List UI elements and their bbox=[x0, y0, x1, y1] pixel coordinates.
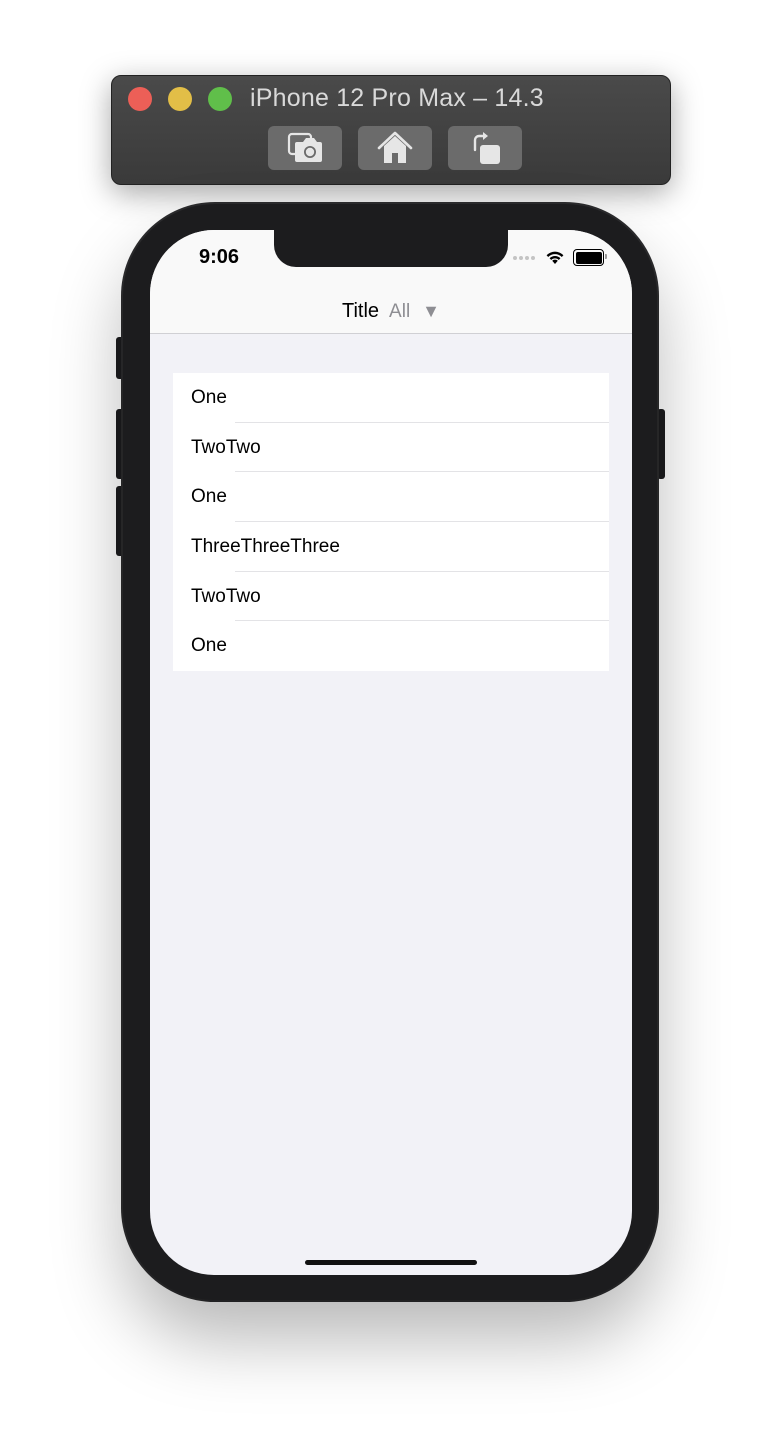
filter-dropdown-icon[interactable]: ▼ bbox=[422, 301, 440, 322]
list-item[interactable]: ThreeThreeThree bbox=[173, 522, 609, 572]
simulator-title: iPhone 12 Pro Max – 14.3 bbox=[250, 84, 544, 112]
home-button[interactable] bbox=[358, 126, 432, 170]
list-item[interactable]: One bbox=[173, 621, 609, 671]
list-item-label: TwoTwo bbox=[191, 436, 261, 458]
power-button bbox=[657, 409, 665, 479]
maximize-window-button[interactable] bbox=[208, 87, 232, 111]
signal-dots-icon bbox=[513, 255, 535, 260]
list-item[interactable]: One bbox=[173, 472, 609, 523]
close-window-button[interactable] bbox=[128, 87, 152, 111]
nav-title: Title bbox=[342, 300, 380, 322]
status-icons bbox=[513, 249, 607, 266]
notch bbox=[274, 230, 508, 267]
list-item-label: TwoTwo bbox=[191, 585, 261, 607]
screenshot-button[interactable] bbox=[268, 126, 342, 170]
battery-icon bbox=[573, 249, 607, 266]
list-item[interactable]: TwoTwo bbox=[173, 572, 609, 622]
navigation-bar: Title All ▼ bbox=[150, 290, 632, 334]
wifi-icon bbox=[546, 251, 564, 264]
list-item-label: One bbox=[191, 635, 227, 657]
filter-picker[interactable]: All bbox=[389, 301, 410, 323]
home-icon bbox=[377, 131, 413, 163]
home-indicator[interactable] bbox=[305, 1260, 477, 1265]
list-item-label: One bbox=[191, 386, 227, 408]
item-list: One TwoTwo One ThreeThreeThree TwoTwo On… bbox=[173, 373, 609, 672]
camera-icon bbox=[287, 132, 322, 162]
list-item-label: ThreeThreeThree bbox=[191, 535, 340, 557]
list-item[interactable]: One bbox=[173, 373, 609, 423]
status-time: 9:06 bbox=[199, 246, 240, 268]
rotate-icon bbox=[473, 132, 500, 164]
simulator-toolbar: iPhone 12 Pro Max – 14.3 bbox=[111, 75, 671, 185]
device-screen: 9:06 Title All ▼ One TwoTwo One ThreeThr… bbox=[150, 230, 632, 1275]
list-item[interactable]: TwoTwo bbox=[173, 423, 609, 473]
rotate-button[interactable] bbox=[448, 126, 522, 170]
list-item-label: One bbox=[191, 486, 227, 508]
minimize-window-button[interactable] bbox=[168, 87, 192, 111]
